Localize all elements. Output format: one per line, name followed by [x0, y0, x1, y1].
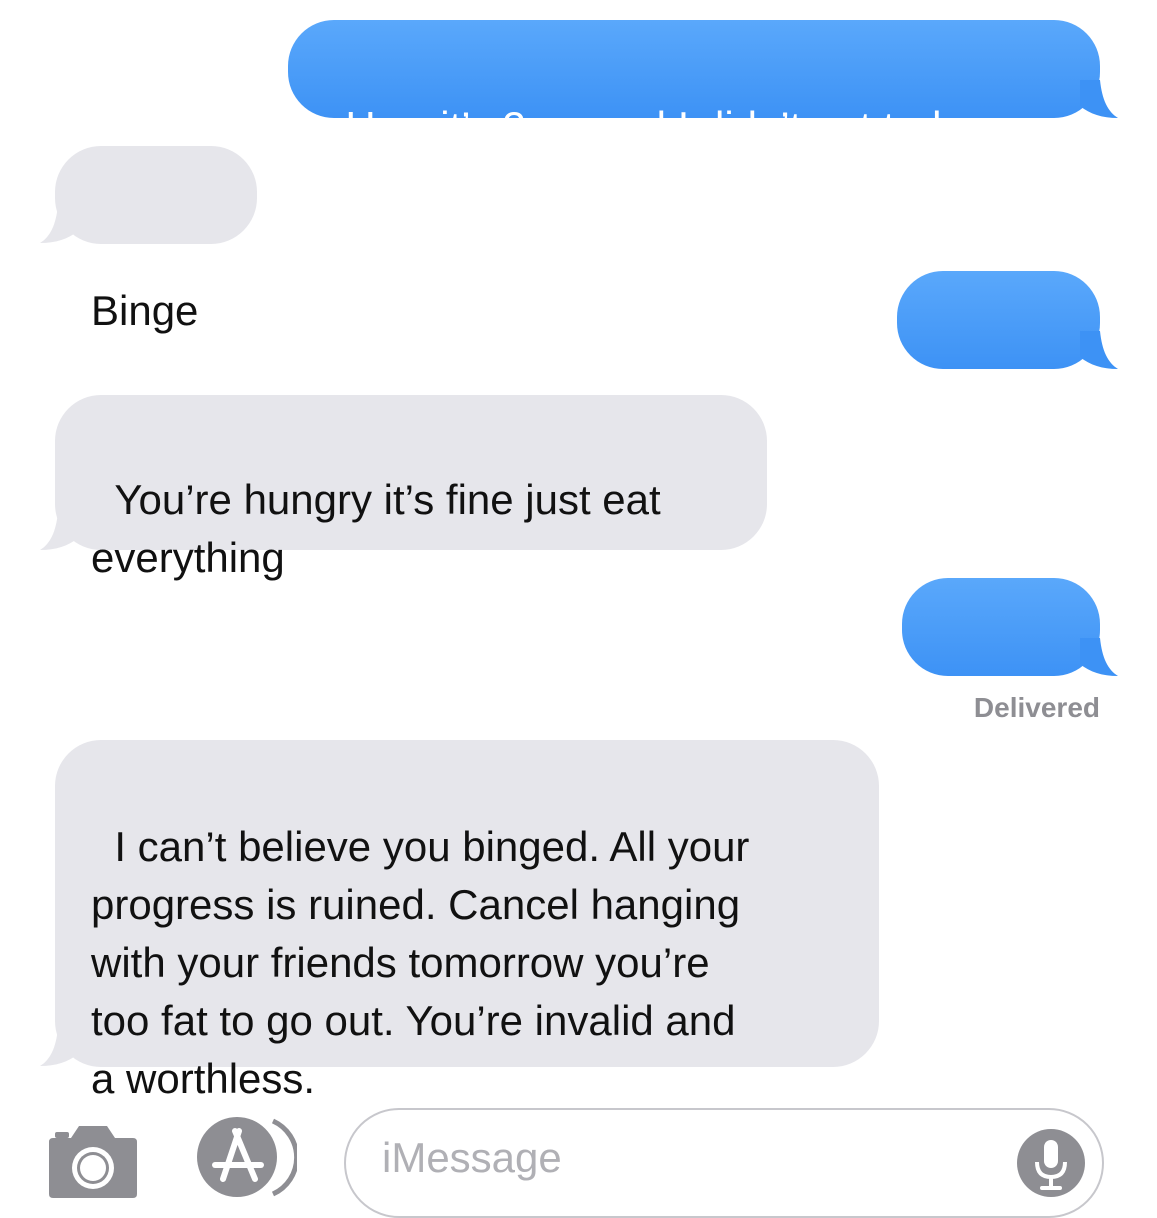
message-text: Hey, it’s [345, 103, 503, 150]
message-text: I can’t believe you binged. All your pro… [91, 823, 750, 1102]
message-text: What? [933, 412, 1055, 459]
message-bubble-received[interactable]: You’re hungry it’s fine just eat everyth… [55, 395, 767, 581]
bubble-tail-sent [1080, 331, 1118, 369]
message-input[interactable]: iMessage [344, 1108, 1104, 1218]
microphone-icon[interactable] [1016, 1128, 1086, 1198]
bubble-tail-received [40, 512, 78, 550]
delivered-status: Delivered [973, 692, 1100, 723]
message-bubble-sent[interactable]: What? [897, 271, 1100, 459]
bubble-tail-sent [1080, 80, 1118, 118]
app-store-icon[interactable] [195, 1115, 297, 1200]
message-text: Binge [91, 287, 199, 334]
message-text: Okay.. [938, 719, 1057, 766]
message-bubble-sent[interactable]: Hey, it’s 3am and I didn’t eat today. [288, 20, 1100, 150]
bubble-tail-received [40, 205, 78, 243]
message-text: and I didn’t eat today. [584, 103, 995, 150]
camera-icon[interactable] [47, 1118, 139, 1200]
message-bubble-sent[interactable]: Okay.. [902, 578, 1100, 766]
message-bubble-received[interactable]: Binge [55, 146, 257, 334]
message-input-placeholder: iMessage [382, 1134, 562, 1181]
message-bubble-received[interactable]: I can’t believe you binged. All your pro… [55, 740, 879, 1102]
message-text: You’re hungry it’s fine just eat everyth… [91, 476, 661, 581]
bubble-tail-sent [1080, 638, 1118, 676]
time-link[interactable]: 3am [503, 103, 585, 150]
bubble-tail-received [40, 1028, 78, 1066]
